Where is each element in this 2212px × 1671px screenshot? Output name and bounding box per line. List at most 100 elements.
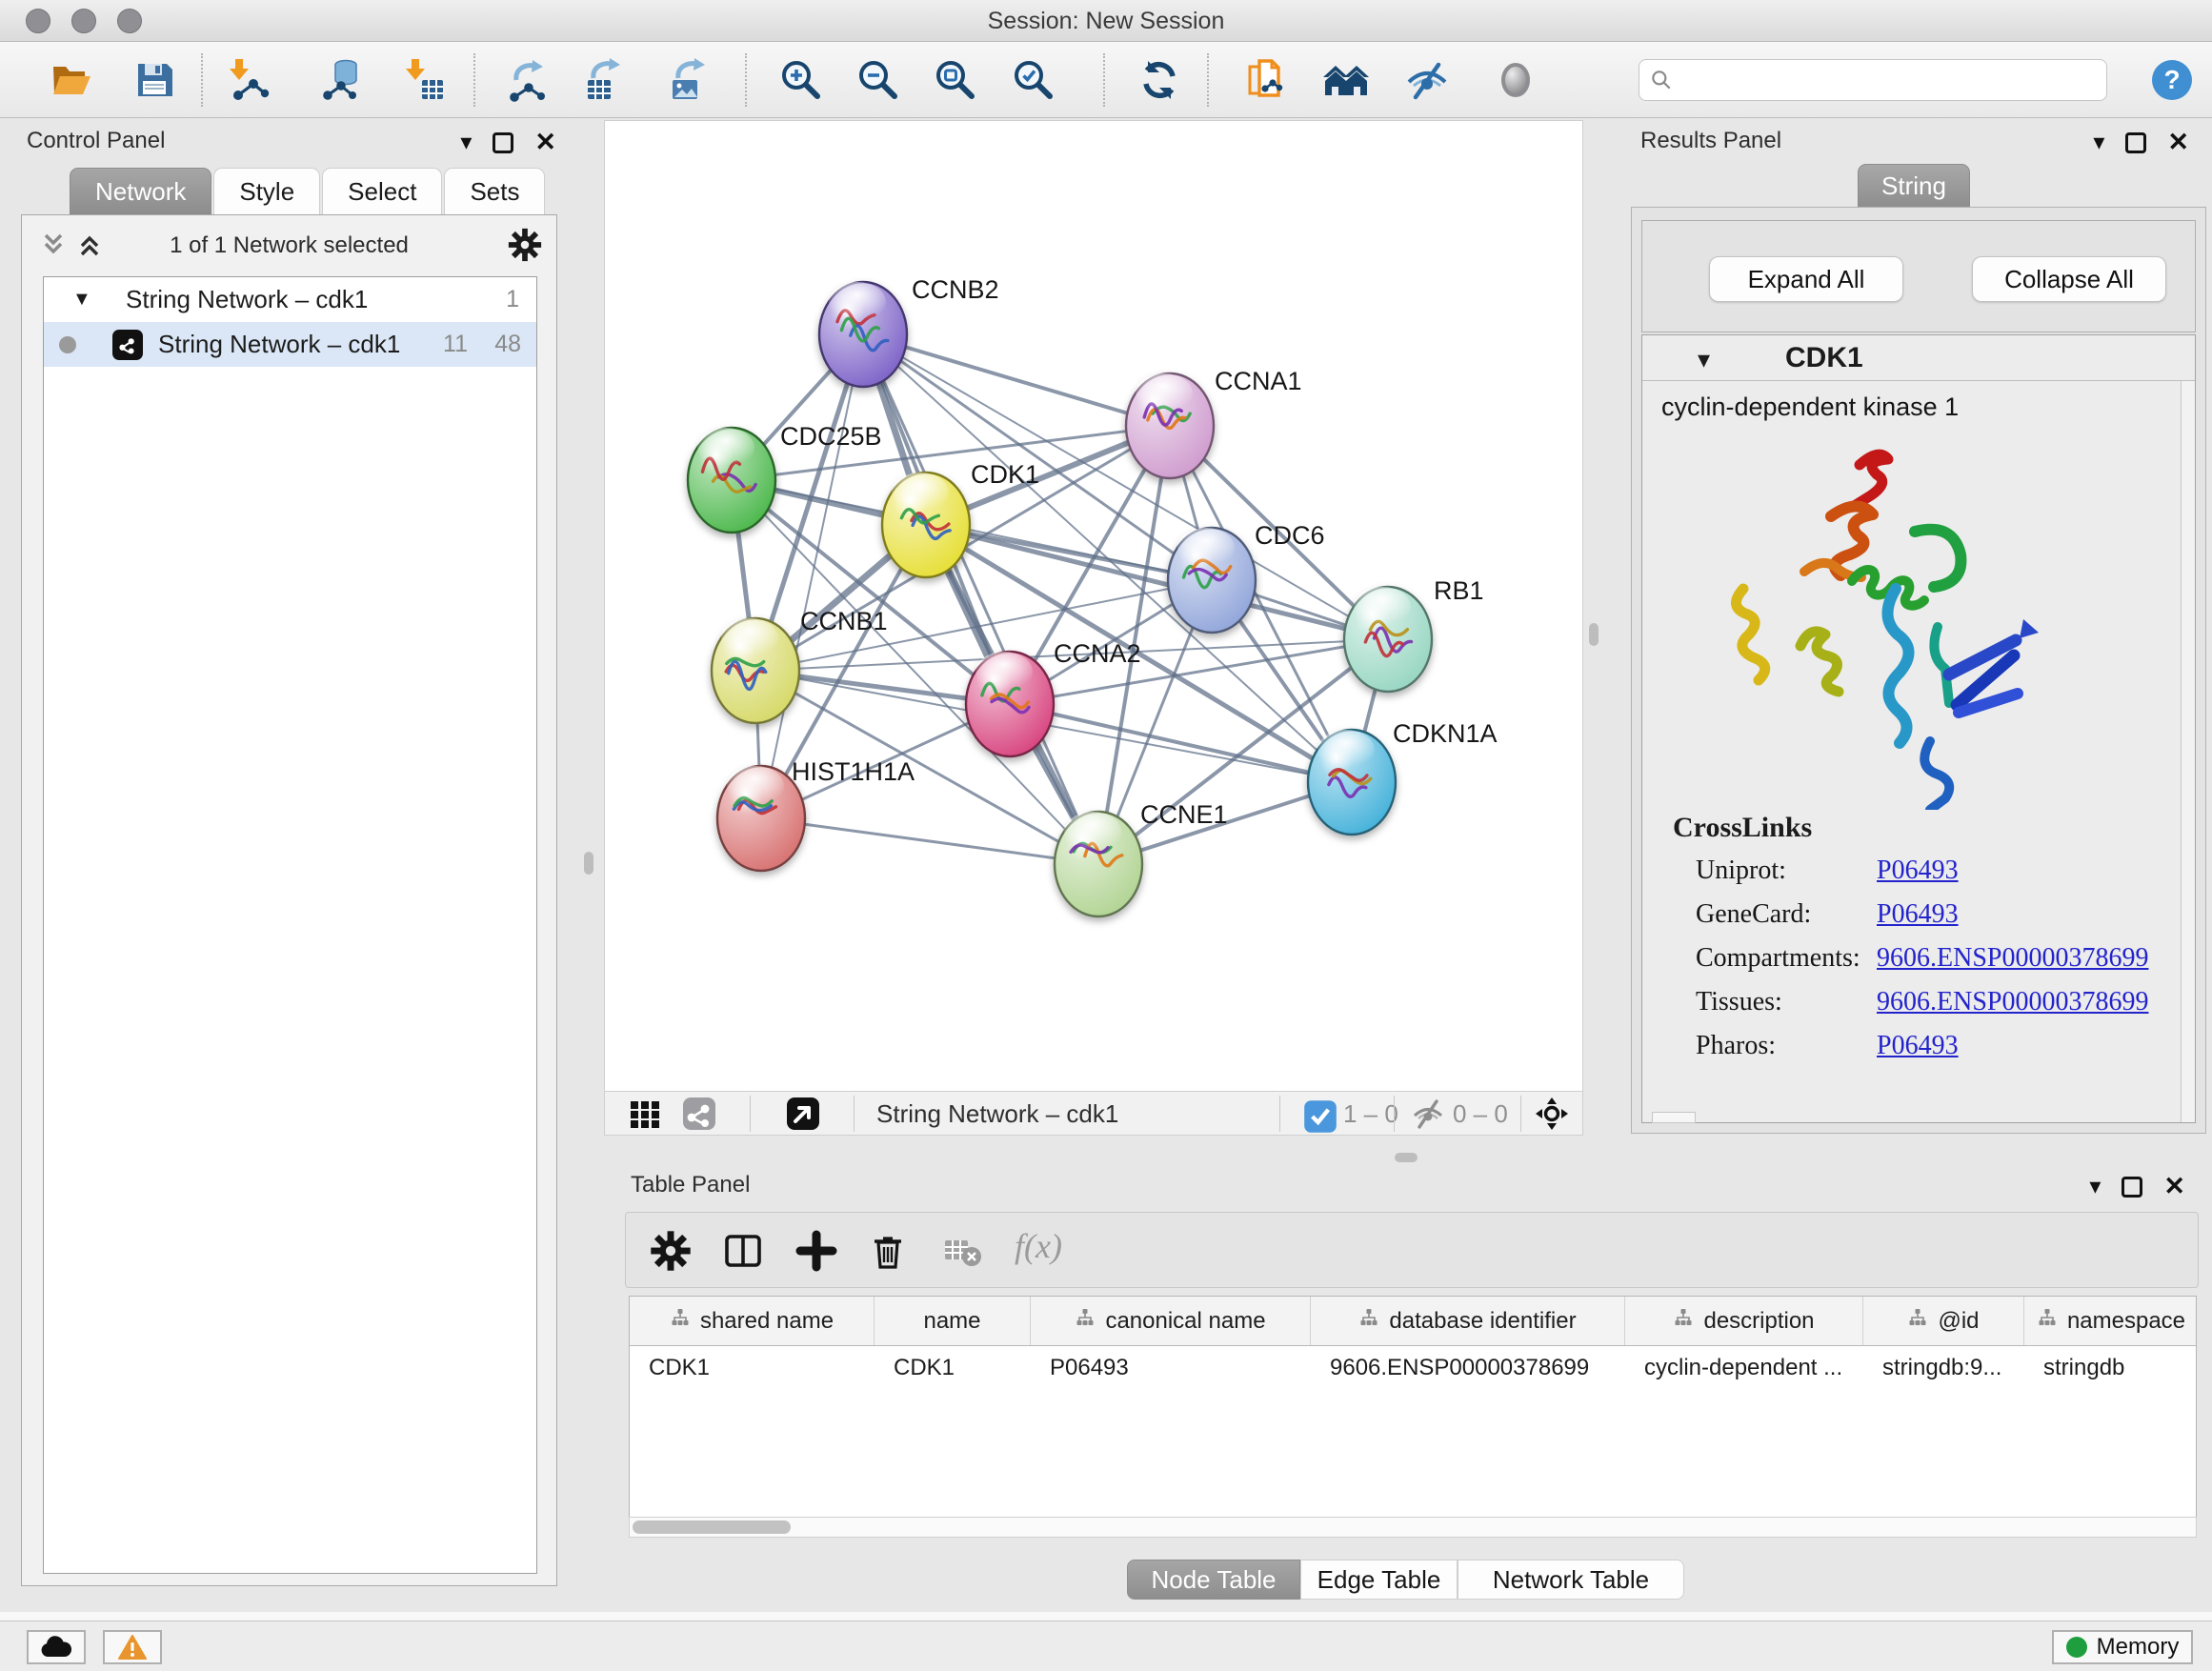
- panel-menu-icon[interactable]: ▾: [2089, 1173, 2101, 1200]
- network-row[interactable]: String Network – cdk1 11 48: [44, 322, 536, 367]
- preview-eye-icon[interactable]: [1493, 57, 1538, 103]
- table-cell[interactable]: CDK1: [875, 1355, 1031, 1381]
- collapse-triangle-icon[interactable]: ▾: [1698, 345, 1710, 374]
- collapse-all-button[interactable]: Collapse All: [1972, 256, 2166, 302]
- show-hide-icon[interactable]: [1404, 57, 1450, 103]
- scrollbar-thumb[interactable]: [633, 1520, 791, 1534]
- protein-card-header[interactable]: ▾ CDK1: [1642, 335, 2195, 381]
- import-network-database-icon[interactable]: [316, 57, 362, 103]
- panel-menu-icon[interactable]: ▾: [460, 129, 472, 156]
- selected-checkbox-icon[interactable]: [1303, 1099, 1332, 1128]
- import-network-file-icon[interactable]: [225, 57, 271, 103]
- panel-menu-icon[interactable]: ▾: [2093, 129, 2104, 156]
- column-header--id[interactable]: @id: [1863, 1297, 2024, 1345]
- column-header-namespace[interactable]: namespace: [2024, 1297, 2197, 1345]
- network-node-cdkn1a[interactable]: [1308, 730, 1396, 835]
- grid-view-icon[interactable]: [628, 1097, 662, 1131]
- crosslink-link[interactable]: P06493: [1877, 856, 1959, 886]
- column-header-name[interactable]: name: [875, 1297, 1031, 1345]
- column-header-canonical-name[interactable]: canonical name: [1031, 1297, 1311, 1345]
- table-cell[interactable]: CDK1: [630, 1355, 875, 1381]
- cloud-status-button[interactable]: [27, 1630, 86, 1664]
- float-panel-icon[interactable]: [2125, 132, 2146, 153]
- zoom-selected-icon[interactable]: [1011, 57, 1056, 103]
- network-node-rb1[interactable]: [1344, 587, 1432, 692]
- tab-sets[interactable]: Sets: [444, 168, 545, 215]
- crosslink-link[interactable]: 9606.ENSP00000378699: [1877, 987, 2148, 1017]
- tab-string[interactable]: String: [1858, 164, 1970, 208]
- network-graph[interactable]: CCNB2CCNA1CDC25BCDK1CDC6RB1CCNB1CCNA2CDK…: [605, 121, 1582, 1091]
- column-header-description[interactable]: description: [1625, 1297, 1863, 1345]
- show-columns-icon[interactable]: [721, 1229, 765, 1273]
- tab-network-table[interactable]: Network Table: [1458, 1560, 1684, 1600]
- birdseye-view-icon[interactable]: [786, 1097, 820, 1131]
- close-panel-icon[interactable]: ✕: [2163, 1172, 2185, 1201]
- open-session-icon[interactable]: [1242, 57, 1288, 103]
- column-header-database-identifier[interactable]: database identifier: [1311, 1297, 1625, 1345]
- network-node-ccnb1[interactable]: [712, 618, 799, 723]
- network-edge[interactable]: [761, 818, 1098, 864]
- zoom-in-icon[interactable]: [778, 57, 824, 103]
- float-panel-icon[interactable]: [493, 132, 513, 153]
- open-file-icon[interactable]: [49, 57, 94, 103]
- export-image-icon[interactable]: [665, 57, 711, 103]
- splitter-handle[interactable]: [1589, 623, 1599, 646]
- crosshair-move-icon[interactable]: [1535, 1097, 1569, 1131]
- refresh-layout-icon[interactable]: [1136, 57, 1182, 103]
- zoom-out-icon[interactable]: [855, 57, 901, 103]
- export-table-icon[interactable]: [580, 57, 626, 103]
- table-settings-gear-icon[interactable]: [649, 1229, 693, 1273]
- tab-select[interactable]: Select: [322, 168, 442, 215]
- float-panel-icon[interactable]: [2122, 1177, 2142, 1198]
- crosslink-link[interactable]: P06493: [1877, 1031, 1959, 1061]
- results-scrollbar[interactable]: [2181, 381, 2195, 1122]
- network-node-ccnb2[interactable]: [819, 282, 907, 387]
- network-share-icon[interactable]: [682, 1097, 716, 1131]
- table-cell[interactable]: 9606.ENSP00000378699: [1311, 1355, 1625, 1381]
- tab-edge-table[interactable]: Edge Table: [1300, 1560, 1458, 1600]
- delete-table-icon[interactable]: [940, 1229, 984, 1273]
- close-panel-icon[interactable]: ✕: [534, 128, 556, 157]
- add-column-icon[interactable]: [794, 1229, 838, 1273]
- function-builder-icon[interactable]: f(x): [1015, 1226, 1062, 1266]
- network-node-cdk1[interactable]: [882, 473, 970, 577]
- network-edge[interactable]: [1010, 704, 1352, 782]
- crosslink-link[interactable]: P06493: [1877, 899, 1959, 930]
- table-horizontal-scrollbar[interactable]: [629, 1517, 2197, 1538]
- search-field[interactable]: [1639, 59, 2107, 101]
- close-panel-icon[interactable]: ✕: [2167, 128, 2189, 157]
- crosslink-link[interactable]: 9606.ENSP00000378699: [1877, 943, 2148, 974]
- tab-style[interactable]: Style: [213, 168, 320, 215]
- network-node-ccne1[interactable]: [1055, 812, 1142, 916]
- table-cell[interactable]: P06493: [1031, 1355, 1311, 1381]
- table-row[interactable]: CDK1CDK1P064939606.ENSP00000378699cyclin…: [630, 1346, 2196, 1390]
- network-view[interactable]: CCNB2CCNA1CDC25BCDK1CDC6RB1CCNB1CCNA2CDK…: [604, 120, 1583, 1136]
- network-edge[interactable]: [761, 334, 863, 818]
- zoom-fit-icon[interactable]: [933, 57, 978, 103]
- help-icon[interactable]: ?: [2149, 57, 2195, 103]
- save-session-icon[interactable]: [131, 57, 177, 103]
- delete-column-icon[interactable]: [866, 1229, 910, 1273]
- table-cell[interactable]: cyclin-dependent ...: [1625, 1355, 1863, 1381]
- splitter-handle[interactable]: [584, 852, 593, 875]
- network-node-ccna2[interactable]: [966, 652, 1054, 756]
- table-cell[interactable]: stringdb: [2024, 1355, 2197, 1381]
- home-icon[interactable]: [1323, 57, 1369, 103]
- warning-status-button[interactable]: [103, 1630, 162, 1664]
- collapse-triangle-icon[interactable]: ▼: [72, 289, 91, 311]
- import-table-file-icon[interactable]: [401, 57, 447, 103]
- tab-network[interactable]: Network: [70, 168, 211, 215]
- expand-all-button[interactable]: Expand All: [1709, 256, 1903, 302]
- table-cell[interactable]: stringdb:9...: [1863, 1355, 2024, 1381]
- network-node-cdc6[interactable]: [1168, 528, 1256, 633]
- node-table[interactable]: shared namenamecanonical namedatabase id…: [629, 1296, 2197, 1517]
- tab-node-table[interactable]: Node Table: [1127, 1560, 1300, 1600]
- column-header-shared-name[interactable]: shared name: [630, 1297, 875, 1345]
- memory-button[interactable]: Memory: [2052, 1630, 2193, 1664]
- network-node-ccna1[interactable]: [1126, 373, 1214, 478]
- hidden-eye-slash-icon[interactable]: [1411, 1097, 1445, 1131]
- search-input[interactable]: [1674, 63, 2106, 97]
- export-network-icon[interactable]: [503, 57, 549, 103]
- network-options-gear-icon[interactable]: [507, 227, 543, 263]
- network-node-cdc25b[interactable]: [688, 428, 775, 533]
